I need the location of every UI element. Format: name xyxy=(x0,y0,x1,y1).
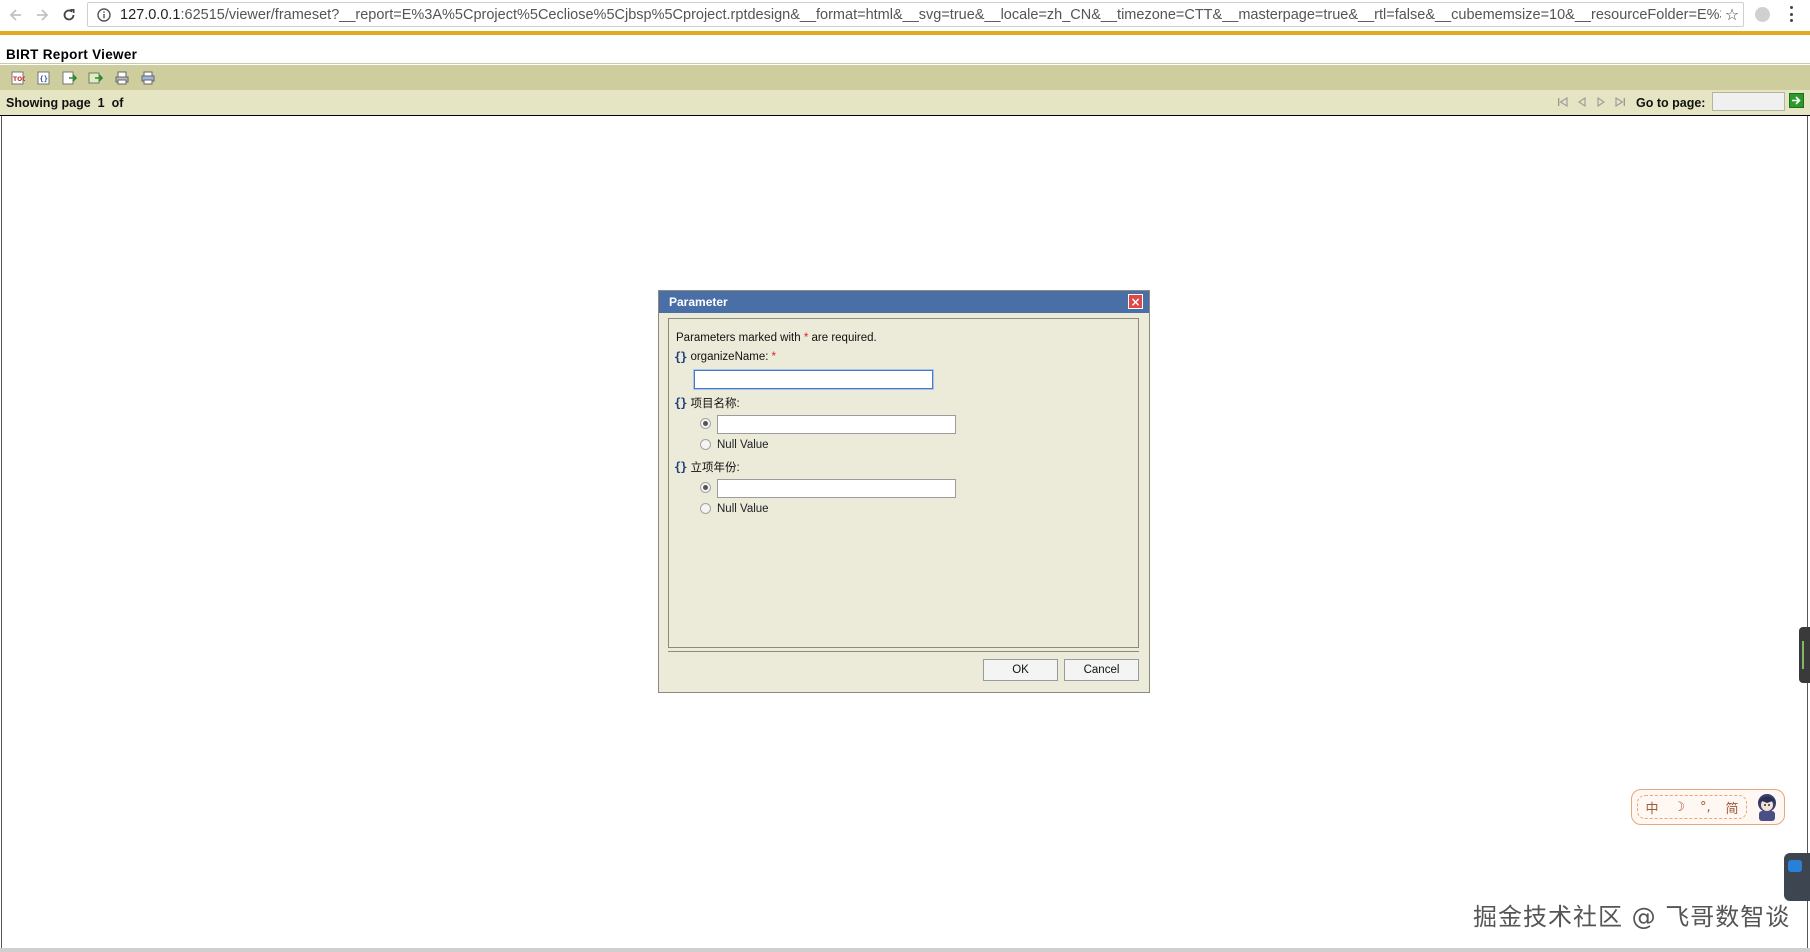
dialog-titlebar: Parameter × xyxy=(659,291,1149,313)
print-icon[interactable] xyxy=(114,70,130,86)
viewer-title: BIRT Report Viewer xyxy=(6,47,138,62)
viewer-toolbar: TOC {} xyxy=(0,65,1810,90)
ime-chinese-mode-icon[interactable]: 中 xyxy=(1645,798,1658,817)
project-name-null-radio[interactable] xyxy=(700,439,711,450)
dialog-title: Parameter xyxy=(669,295,728,309)
page-nav-buttons xyxy=(1556,95,1632,109)
ime-options: 中 ☽ °, 简 xyxy=(1637,795,1747,819)
svg-text:TOC: TOC xyxy=(13,76,25,83)
dialog-body: Parameters marked with * are required. {… xyxy=(668,318,1139,648)
bottom-strip xyxy=(0,948,1810,952)
next-page-icon[interactable] xyxy=(1594,95,1608,109)
export-data-icon[interactable] xyxy=(62,70,78,86)
title-divider xyxy=(0,63,1810,64)
organizename-input[interactable] xyxy=(694,370,933,389)
first-page-icon[interactable] xyxy=(1556,95,1570,109)
print-server-icon[interactable] xyxy=(140,70,156,86)
top-accent-rule xyxy=(0,31,1810,35)
goto-page-button[interactable] xyxy=(1789,93,1804,108)
bookmark-star-icon[interactable]: ☆ xyxy=(1721,5,1743,24)
url-text: 127.0.0.1:62515/viewer/frameset?__report… xyxy=(120,6,1721,23)
project-name-value-radio[interactable] xyxy=(700,418,711,429)
project-name-input[interactable] xyxy=(717,415,956,434)
project-year-input[interactable] xyxy=(717,479,956,498)
previous-page-icon[interactable] xyxy=(1575,95,1589,109)
browser-menu-icon[interactable] xyxy=(1787,4,1795,24)
side-handle[interactable] xyxy=(1799,627,1810,683)
ime-toolbar[interactable]: 中 ☽ °, 简 xyxy=(1631,789,1785,825)
parameters-icon[interactable]: {} xyxy=(36,70,52,86)
goto-page-label: Go to page: xyxy=(1636,96,1706,110)
cancel-button[interactable]: Cancel xyxy=(1064,659,1139,681)
svg-text:{}: {} xyxy=(40,75,48,83)
showing-page-text: Showing page 1 of xyxy=(6,96,124,110)
required-note: Parameters marked with * are required. xyxy=(676,332,877,344)
page-navigation-bar: Showing page 1 of Go to page: xyxy=(0,90,1810,116)
param-label-organizename: {} organizeName: * xyxy=(674,350,776,364)
dialog-separator xyxy=(668,651,1139,652)
parameter-braces-icon: {} xyxy=(674,460,687,474)
forward-button[interactable] xyxy=(29,2,55,28)
project-year-value-radio[interactable] xyxy=(700,482,711,493)
close-icon[interactable]: × xyxy=(1128,294,1143,309)
param-label-project-name: {} 项目名称: xyxy=(674,396,740,410)
param-label-project-year: {} 立项年份: xyxy=(674,460,740,474)
parameter-dialog: Parameter × Parameters marked with * are… xyxy=(658,290,1150,693)
ime-halfwidth-icon[interactable]: ☽ xyxy=(1673,800,1685,815)
go-arrow-icon xyxy=(1792,96,1801,105)
back-arrow-icon xyxy=(9,9,21,21)
project-name-null-label: Null Value xyxy=(717,439,769,451)
ime-avatar-icon xyxy=(1750,791,1782,823)
extension-icon[interactable] xyxy=(1755,7,1770,22)
export-report-icon[interactable] xyxy=(88,70,104,86)
project-year-null-label: Null Value xyxy=(717,503,769,515)
back-button[interactable] xyxy=(3,2,29,28)
reload-icon xyxy=(63,9,75,21)
info-icon[interactable] xyxy=(96,7,112,23)
goto-page-input[interactable] xyxy=(1712,92,1785,111)
chat-icon xyxy=(1788,860,1802,872)
toc-icon[interactable]: TOC xyxy=(10,70,26,86)
forward-arrow-icon xyxy=(37,9,49,21)
watermark-text: 掘金技术社区 @ 飞哥数智谈 xyxy=(1473,903,1791,931)
side-panel-tab[interactable] xyxy=(1784,853,1810,901)
last-page-icon[interactable] xyxy=(1613,95,1627,109)
browser-toolbar: 127.0.0.1:62515/viewer/frameset?__report… xyxy=(0,0,1810,30)
address-bar[interactable]: 127.0.0.1:62515/viewer/frameset?__report… xyxy=(87,2,1744,27)
ok-button[interactable]: OK xyxy=(983,659,1058,681)
parameter-braces-icon: {} xyxy=(674,350,687,364)
ime-punctuation-icon[interactable]: °, xyxy=(1700,800,1711,815)
ime-simplified-icon[interactable]: 简 xyxy=(1725,798,1738,817)
project-year-null-radio[interactable] xyxy=(700,503,711,514)
reload-button[interactable] xyxy=(56,2,82,28)
parameter-braces-icon: {} xyxy=(674,396,687,410)
